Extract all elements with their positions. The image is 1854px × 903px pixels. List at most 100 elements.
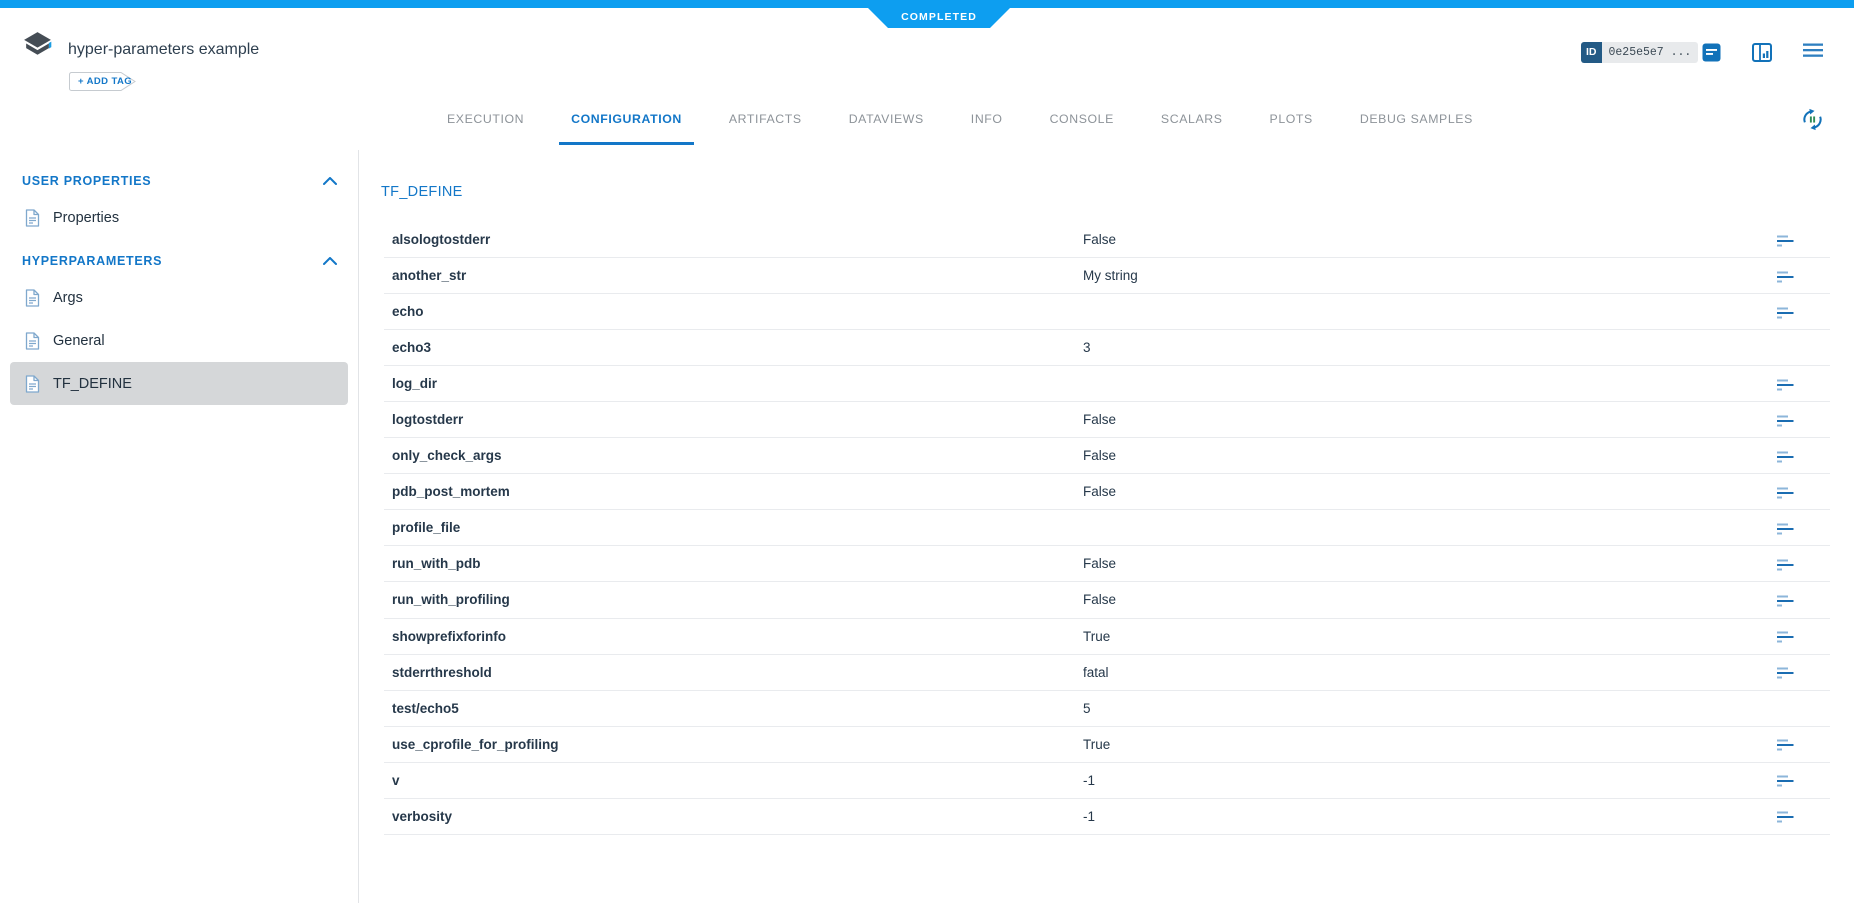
param-name: another_str	[384, 268, 1083, 283]
param-value: 5	[1083, 701, 1830, 716]
description-icon[interactable]	[1777, 810, 1794, 822]
id-badge[interactable]: ID 0e25e5e7 ...	[1581, 42, 1698, 63]
param-name: logtostderr	[384, 412, 1083, 427]
page-title: hyper-parameters example	[68, 41, 259, 59]
sidebar-divider	[358, 150, 359, 903]
description-icon[interactable]	[1777, 522, 1794, 534]
chevron-up-icon[interactable]	[323, 257, 337, 265]
parameter-table: alsologtostderr False another_str My str…	[384, 222, 1830, 835]
add-tag-label: + ADD TAG	[78, 72, 132, 91]
param-name: only_check_args	[384, 448, 1083, 463]
param-row: v -1	[384, 763, 1830, 799]
description-icon[interactable]	[1777, 234, 1794, 246]
top-status-bar	[0, 0, 1854, 8]
document-icon	[25, 375, 40, 393]
description-lines-icon	[1777, 667, 1794, 679]
param-row: stderrthreshold fatal	[384, 655, 1830, 691]
param-name: pdb_post_mortem	[384, 484, 1083, 499]
description-lines-icon	[1777, 415, 1794, 427]
param-row: run_with_pdb False	[384, 546, 1830, 582]
param-value: False	[1083, 484, 1830, 499]
tab-dataviews[interactable]: DATAVIEWS	[837, 96, 936, 145]
section-items-user-properties: Properties	[0, 196, 358, 239]
menu-icon-button[interactable]	[1803, 43, 1825, 63]
hamburger-icon	[1803, 43, 1823, 58]
details-icon-button[interactable]	[1702, 43, 1724, 63]
param-value: True	[1083, 737, 1830, 752]
description-icon[interactable]	[1777, 450, 1794, 462]
description-lines-icon	[1777, 307, 1794, 319]
param-value: False	[1083, 448, 1830, 463]
sidebar-item-properties[interactable]: Properties	[10, 196, 348, 239]
tab-artifacts[interactable]: ARTIFACTS	[717, 96, 814, 145]
status-badge: COMPLETED	[868, 8, 1010, 28]
sidebar-item-args[interactable]: Args	[10, 276, 348, 319]
sidebar-section-user-properties: USER PROPERTIES Properties	[0, 166, 358, 239]
param-value: False	[1083, 592, 1830, 607]
description-icon[interactable]	[1777, 738, 1794, 750]
document-icon	[25, 209, 40, 227]
tab-bar: EXECUTION CONFIGURATION ARTIFACTS DATAVIEWS…	[435, 96, 1485, 145]
section-title: USER PROPERTIES	[22, 174, 151, 188]
notes-icon	[1702, 43, 1721, 62]
auto-refresh-button[interactable]	[1799, 106, 1826, 133]
param-name: v	[384, 773, 1083, 788]
tab-debug-samples[interactable]: DEBUG SAMPLES	[1348, 96, 1485, 145]
param-name: stderrthreshold	[384, 665, 1083, 680]
param-value: True	[1083, 629, 1830, 644]
tab-execution[interactable]: EXECUTION	[435, 96, 536, 145]
section-items-hyperparameters: Args General TF_DEFINE	[0, 276, 358, 405]
side-panel-chart-icon	[1752, 43, 1772, 62]
experiment-detail-page: COMPLETED hyper-parameters example + ADD…	[0, 0, 1854, 903]
description-icon[interactable]	[1777, 666, 1794, 678]
description-icon[interactable]	[1777, 270, 1794, 282]
layout-panel-icon-button[interactable]	[1752, 43, 1774, 63]
description-icon[interactable]	[1777, 486, 1794, 498]
add-tag-button[interactable]: + ADD TAG	[69, 72, 137, 91]
param-row: echo	[384, 294, 1830, 330]
param-name: profile_file	[384, 520, 1083, 535]
parameter-group-title: TF_DEFINE	[381, 184, 463, 200]
param-name: run_with_pdb	[384, 556, 1083, 571]
sidebar: USER PROPERTIES Properties HYPERPARAMETE…	[0, 150, 358, 412]
description-lines-icon	[1777, 235, 1794, 247]
tab-configuration[interactable]: CONFIGURATION	[559, 96, 694, 145]
description-icon[interactable]	[1777, 306, 1794, 318]
param-row: alsologtostderr False	[384, 222, 1830, 258]
chevron-up-icon[interactable]	[323, 177, 337, 185]
description-lines-icon	[1777, 451, 1794, 463]
param-row: run_with_profiling False	[384, 582, 1830, 618]
description-lines-icon	[1777, 559, 1794, 571]
param-row: log_dir	[384, 366, 1830, 402]
description-lines-icon	[1777, 631, 1794, 643]
section-header-user-properties[interactable]: USER PROPERTIES	[0, 166, 358, 196]
description-lines-icon	[1777, 487, 1794, 499]
description-lines-icon	[1777, 523, 1794, 535]
description-icon[interactable]	[1777, 558, 1794, 570]
tab-console[interactable]: CONSOLE	[1038, 96, 1126, 145]
param-row: logtostderr False	[384, 402, 1830, 438]
tab-info[interactable]: INFO	[959, 96, 1015, 145]
tab-scalars[interactable]: SCALARS	[1149, 96, 1235, 145]
description-lines-icon	[1777, 739, 1794, 751]
description-lines-icon	[1777, 775, 1794, 787]
section-header-hyperparameters[interactable]: HYPERPARAMETERS	[0, 246, 358, 276]
auto-refresh-icon	[1799, 106, 1826, 133]
document-icon	[25, 289, 40, 307]
param-name: echo3	[384, 340, 1083, 355]
param-row: pdb_post_mortem False	[384, 474, 1830, 510]
param-name: verbosity	[384, 809, 1083, 824]
tab-plots[interactable]: PLOTS	[1258, 96, 1325, 145]
description-icon[interactable]	[1777, 414, 1794, 426]
param-row: showprefixforinfo True	[384, 619, 1830, 655]
description-icon[interactable]	[1777, 774, 1794, 786]
param-row: another_str My string	[384, 258, 1830, 294]
description-icon[interactable]	[1777, 594, 1794, 606]
description-icon[interactable]	[1777, 630, 1794, 642]
param-row: test/echo5 5	[384, 691, 1830, 727]
sidebar-item-general[interactable]: General	[10, 319, 348, 362]
param-value: -1	[1083, 809, 1830, 824]
param-name: test/echo5	[384, 701, 1083, 716]
sidebar-item-tf-define[interactable]: TF_DEFINE	[10, 362, 348, 405]
description-icon[interactable]	[1777, 378, 1794, 390]
